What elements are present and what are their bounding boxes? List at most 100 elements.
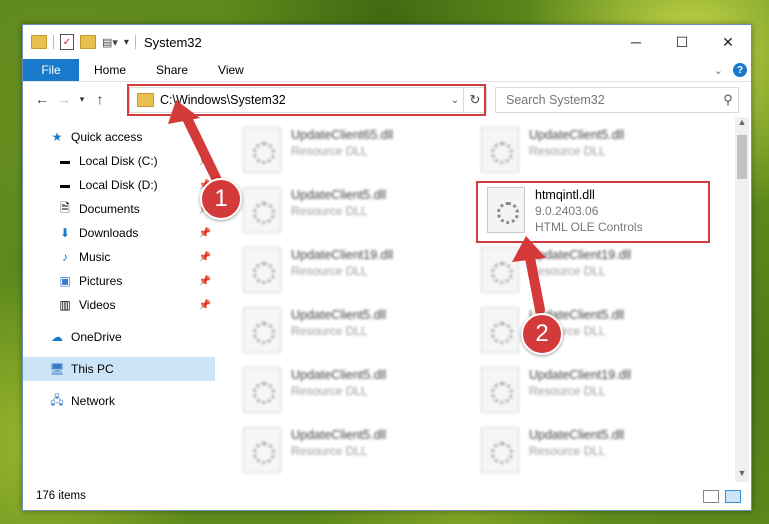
chevron-down-icon[interactable]: ▾ — [124, 37, 129, 48]
scroll-down-icon[interactable]: ▼ — [735, 468, 749, 482]
item-count: 176 items — [36, 490, 86, 502]
close-button[interactable]: ✕ — [705, 26, 751, 58]
download-icon: ⬇ — [59, 226, 71, 240]
list-item[interactable]: UpdateClient5.dll Resource DLL — [475, 303, 705, 357]
videos-icon: ▥ — [59, 298, 71, 312]
dll-file-icon — [481, 127, 519, 173]
file-name: UpdateClient5.dll — [291, 368, 387, 382]
window-title: System32 — [143, 34, 202, 50]
sidebar-item-network[interactable]: 🖧 Network — [23, 389, 215, 413]
search-box[interactable]: ⚲ — [495, 87, 739, 113]
file-description: Resource DLL — [291, 204, 368, 218]
list-item[interactable]: UpdateClient19.dll Resource DLL — [475, 243, 705, 297]
pin-icon[interactable]: 📌 — [199, 252, 211, 263]
vertical-scrollbar[interactable]: ▲ ▼ — [735, 117, 749, 482]
help-icon[interactable]: ? — [733, 63, 747, 77]
scroll-up-icon[interactable]: ▲ — [735, 117, 749, 131]
title-bar: ✓ ▤▾ ▾ System32 ─ ☐ ✕ — [23, 25, 751, 59]
search-input[interactable] — [504, 92, 718, 108]
sidebar-item-label: OneDrive — [71, 330, 122, 344]
file-description: Resource DLL — [529, 144, 606, 158]
drive-icon: ▬ — [60, 179, 70, 191]
music-icon: ♪ — [62, 250, 68, 264]
list-item[interactable]: UpdateClient5.dll Resource DLL — [237, 423, 467, 477]
address-highlight-box — [127, 84, 486, 116]
sidebar-item-documents[interactable]: 🗎 Documents 📌 — [23, 197, 215, 221]
sidebar-item-label: Local Disk (C:) — [79, 154, 158, 168]
dll-file-icon — [243, 127, 281, 173]
documents-icon: 🗎 — [60, 200, 70, 215]
pin-icon[interactable]: 📌 — [199, 156, 211, 167]
properties-icon[interactable]: ✓ — [60, 34, 74, 50]
file-description: Resource DLL — [529, 384, 606, 398]
sidebar-item-label: Network — [71, 394, 116, 408]
dll-file-icon — [243, 247, 281, 293]
recent-locations-button[interactable]: ▾ — [75, 94, 89, 105]
list-item[interactable]: UpdateClient5.dll Resource DLL — [475, 123, 705, 177]
expand-ribbon-icon[interactable]: ⌄ — [714, 64, 723, 77]
sidebar-item-quick-access[interactable]: ★ Quick access — [23, 125, 215, 149]
file-name: UpdateClient5.dll — [291, 188, 387, 202]
sidebar-item-label: Pictures — [79, 274, 123, 288]
file-description: Resource DLL — [291, 384, 368, 398]
new-folder-icon[interactable] — [80, 35, 96, 49]
list-item[interactable]: UpdateClient5.dll Resource DLL — [237, 363, 467, 417]
dll-file-icon — [243, 187, 281, 233]
pictures-icon: ▣ — [59, 274, 71, 288]
dll-file-icon — [481, 367, 519, 413]
maximize-button[interactable]: ☐ — [659, 26, 705, 58]
drive-icon: ▬ — [60, 155, 70, 167]
star-icon: ★ — [51, 130, 63, 144]
sidebar-item-local-disk-d[interactable]: ▬ Local Disk (D:) 📌 — [23, 173, 215, 197]
sidebar-item-label: Videos — [79, 298, 116, 312]
details-view-icon[interactable] — [703, 489, 719, 503]
pin-icon[interactable]: 📌 — [199, 300, 211, 311]
file-name: UpdateClient5.dll — [529, 428, 625, 442]
sidebar-item-pictures[interactable]: ▣ Pictures 📌 — [23, 269, 215, 293]
list-item[interactable]: UpdateClient19.dll Resource DLL — [237, 243, 467, 297]
tab-view[interactable]: View — [203, 63, 259, 77]
quick-access-toolbar: ✓ ▤▾ ▾ — [31, 34, 129, 50]
computer-icon: 🖥 — [49, 362, 65, 376]
list-item[interactable]: UpdateClient5.dll Resource DLL — [237, 183, 467, 237]
file-description: Resource DLL — [291, 144, 368, 158]
scroll-thumb[interactable] — [737, 135, 747, 179]
callout-1: 1 — [200, 178, 242, 220]
sidebar-item-videos[interactable]: ▥ Videos 📌 — [23, 293, 215, 317]
pin-icon[interactable]: 📌 — [199, 228, 211, 239]
sidebar-item-music[interactable]: ♪ Music 📌 — [23, 245, 215, 269]
sidebar-item-downloads[interactable]: ⬇ Downloads 📌 — [23, 221, 215, 245]
search-icon[interactable]: ⚲ — [718, 92, 738, 108]
dll-file-icon — [481, 427, 519, 473]
minimize-button[interactable]: ─ — [613, 26, 659, 58]
list-item[interactable]: UpdateClient5.dll Resource DLL — [237, 303, 467, 357]
dll-file-icon — [481, 247, 519, 293]
customize-toolbar-icon[interactable]: ▤▾ — [102, 36, 118, 49]
file-name: UpdateClient19.dll — [291, 248, 394, 262]
forward-button[interactable]: → — [53, 91, 75, 107]
sidebar-item-local-disk-c[interactable]: ▬ Local Disk (C:) 📌 — [23, 149, 215, 173]
folder-icon — [31, 35, 47, 49]
sidebar-item-this-pc[interactable]: 🖥 This PC — [23, 357, 215, 381]
divider — [53, 35, 54, 49]
list-item[interactable]: UpdateClient19.dll Resource DLL — [475, 363, 705, 417]
up-button[interactable]: ↑ — [89, 91, 111, 107]
tab-share[interactable]: Share — [141, 63, 203, 77]
sidebar-item-label: Local Disk (D:) — [79, 178, 158, 192]
list-item[interactable]: UpdateClient65.dll Resource DLL — [237, 123, 467, 177]
file-name: UpdateClient5.dll — [529, 128, 625, 142]
file-highlight-box — [476, 181, 710, 243]
list-item[interactable]: UpdateClient5.dll Resource DLL — [475, 423, 705, 477]
dll-file-icon — [243, 307, 281, 353]
file-description: Resource DLL — [291, 444, 368, 458]
file-description: Resource DLL — [529, 264, 606, 278]
sidebar-item-label: Documents — [79, 202, 140, 216]
tab-home[interactable]: Home — [79, 63, 141, 77]
back-button[interactable]: ← — [31, 91, 53, 107]
tab-file[interactable]: File — [23, 59, 79, 81]
file-name: UpdateClient19.dll — [529, 368, 632, 382]
large-icons-view-icon[interactable] — [725, 489, 741, 503]
sidebar-item-onedrive[interactable]: ☁ OneDrive — [23, 325, 215, 349]
file-name: UpdateClient5.dll — [291, 428, 387, 442]
pin-icon[interactable]: 📌 — [199, 276, 211, 287]
